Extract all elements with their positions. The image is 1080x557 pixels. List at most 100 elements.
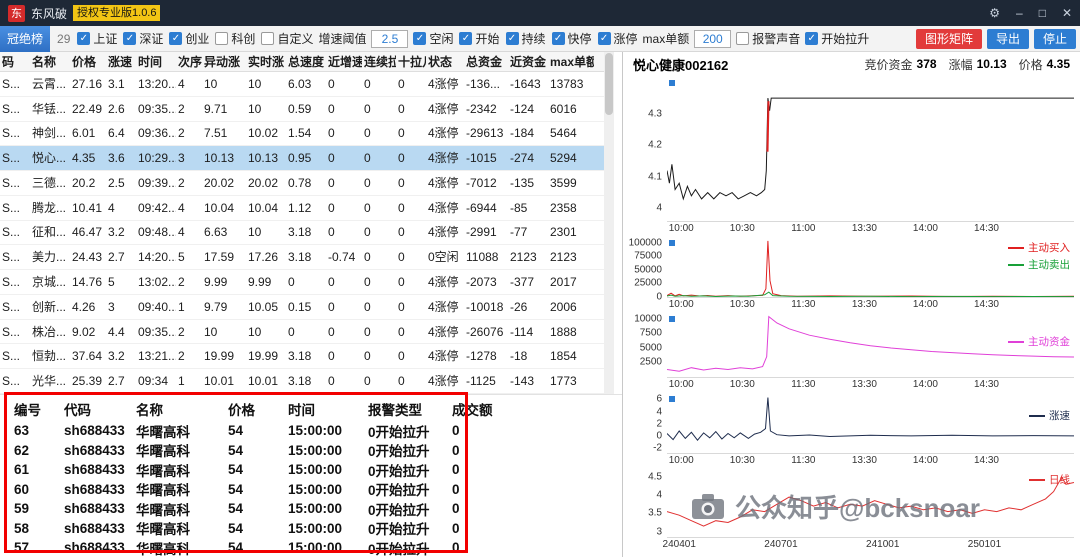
stock-row[interactable]: S... 株冶... 9.02 4.4 09:35... 2 10 10 0 0 0 0 4涨停 -260… — [0, 319, 604, 345]
column-header[interactable]: 近资金 — [508, 52, 548, 71]
stock-cell: 5 — [178, 250, 185, 265]
column-header[interactable]: 次序 — [176, 52, 202, 71]
stock-cell: 0 — [364, 374, 371, 389]
alert-cell: 0 — [452, 501, 460, 517]
x-tick-label: 11:00 — [791, 223, 816, 234]
column-header[interactable]: 名称 — [30, 52, 70, 71]
alert-row[interactable]: 63 sh688433 华曙高科 54 15:00:00 0开始拉升 0 — [14, 421, 622, 441]
stock-cell: 4涨停 — [428, 374, 459, 389]
state-filter-checkbox[interactable]: ✓ 涨停 — [597, 30, 638, 47]
stock-cell: 4涨停 — [428, 225, 459, 240]
alert-row[interactable]: 57 sh688433 华曙高科 54 15:00:00 0开始拉升 0 — [14, 538, 622, 557]
export-button[interactable]: 导出 — [986, 28, 1029, 49]
x-tick-label: 10:00 — [668, 455, 694, 466]
column-header[interactable]: 总速度 — [286, 52, 326, 71]
stock-cell: -0.74 — [328, 250, 356, 265]
stock-row[interactable]: S... 神剑... 6.01 6.4 09:36... 2 7.51 10.02 1.54 0 0… — [0, 121, 604, 147]
stock-row[interactable]: S... 美力... 24.43 2.7 14:20... 5 17.59 17.26 3.18… — [0, 245, 604, 271]
close-button[interactable]: ✕ — [1062, 6, 1072, 20]
axis-handle-icon[interactable] — [669, 396, 675, 402]
x-tick-label: 14:30 — [973, 379, 999, 390]
vertical-scrollbar[interactable] — [604, 52, 614, 394]
scrollbar-thumb[interactable] — [605, 53, 613, 115]
stock-cell: 2.5 — [108, 175, 125, 190]
alert-row[interactable]: 62 sh688433 华曙高科 54 15:00:00 0开始拉升 0 — [14, 441, 622, 461]
alert-cell: 54 — [228, 540, 244, 556]
stock-cell: 20.02 — [204, 175, 235, 190]
alarm-sound-checkbox[interactable]: 报警声音 — [736, 30, 800, 47]
stock-row[interactable]: S... 悦心... 4.35 3.6 10:29... 3 10.13 10.13 0.95 0… — [0, 146, 604, 172]
legend-label: 日线 — [1049, 474, 1070, 486]
alert-row[interactable]: 58 sh688433 华曙高科 54 15:00:00 0开始拉升 0 — [14, 519, 622, 539]
column-header[interactable]: 异动涨 — [202, 52, 246, 71]
market-filter-checkbox[interactable]: ✓ 上证 — [77, 30, 117, 47]
column-header[interactable]: 涨速 — [106, 52, 136, 71]
column-header[interactable]: 状态 — [426, 52, 464, 71]
alert-cell: 0开始拉升 — [368, 424, 430, 440]
column-header[interactable]: 总资金 — [464, 52, 508, 71]
app-logo-icon: 东 — [8, 4, 25, 22]
stock-row[interactable]: S... 京城... 14.76 5 13:02... 2 9.99 9.99 0 0 0 0 4涨停 -… — [0, 270, 604, 295]
legend-label: 主动卖出 — [1028, 259, 1070, 271]
axis-handle-icon[interactable] — [669, 240, 675, 246]
stock-cell: 0 — [398, 151, 405, 166]
column-header[interactable]: 码 — [0, 52, 30, 71]
column-header[interactable]: 十拉几 — [396, 52, 426, 71]
settings-icon[interactable]: ⚙ — [989, 6, 1000, 20]
legend-line-icon — [1029, 478, 1045, 481]
stock-row[interactable]: S... 征和... 46.47 3.2 09:48... 4 6.63 10 3.18 0 0 0 4… — [0, 220, 604, 246]
market-filter-label: 创业 — [185, 32, 210, 46]
stock-row[interactable]: S... 华铥... 22.49 2.6 09:35... 2 9.71 10 0.59 0 0 0 4… — [0, 96, 604, 122]
checkbox-icon: ✓ — [805, 32, 819, 45]
stock-row[interactable]: S... 腾龙... 10.41 4 09:42... 4 10.04 10.04 1.12 0 0… — [0, 195, 604, 221]
stock-cell: -135 — [510, 175, 535, 190]
state-filter-label: 空闲 — [429, 32, 454, 46]
alert-row[interactable]: 59 sh688433 华曙高科 54 15:00:00 0开始拉升 0 — [14, 499, 622, 519]
threshold-input[interactable] — [371, 29, 409, 48]
stock-row[interactable]: S... 光华... 25.39 2.7 09:34 1 10.01 10.01 3.18 0 0 0… — [0, 369, 604, 394]
state-filter-checkbox[interactable]: ✓ 开始 — [459, 30, 500, 47]
minimize-button[interactable]: – — [1016, 6, 1023, 20]
alert-row[interactable]: 61 sh688433 华曙高科 54 15:00:00 0开始拉升 0 — [14, 460, 622, 480]
y-axis: 6 4 2 0 -2 — [623, 392, 667, 454]
stock-cell: 09:42... — [138, 200, 176, 215]
column-header[interactable]: max单额 — [548, 52, 594, 71]
stock-cell: S... — [2, 101, 21, 116]
market-filter-group: ✓ 上证 ✓ 深证 ✓ 创业 科创 自定义 — [77, 30, 313, 47]
board-tab[interactable]: 冠绝榜 — [0, 25, 51, 52]
market-filter-checkbox[interactable]: ✓ 深证 — [123, 30, 163, 47]
stock-row[interactable]: S... 云霄... 27.16 3.1 13:20... 4 10 10 6.03 0 0 0 4涨停… — [0, 72, 604, 97]
stop-button[interactable]: 停止 — [1033, 28, 1076, 49]
y-tick-label: 4 — [656, 406, 662, 418]
state-filter-checkbox[interactable]: ✓ 空闲 — [413, 30, 453, 47]
stock-cell: 0 — [364, 126, 371, 141]
column-header[interactable]: 时间 — [136, 52, 176, 71]
stock-cell: 4涨停 — [428, 349, 459, 364]
market-filter-checkbox[interactable]: 自定义 — [261, 30, 313, 47]
start-pull-checkbox[interactable]: ✓ 开始拉升 — [805, 30, 869, 47]
column-header[interactable]: 价格 — [70, 52, 106, 71]
column-header[interactable]: 实时涨 — [246, 52, 286, 71]
market-filter-checkbox[interactable]: ✓ 创业 — [169, 30, 209, 47]
graph-matrix-button[interactable]: 图形矩阵 — [915, 28, 982, 49]
axis-handle-icon[interactable] — [669, 80, 675, 86]
max-amount-input[interactable] — [694, 29, 732, 48]
market-filter-checkbox[interactable]: 科创 — [215, 30, 255, 47]
stock-cell: 6.03 — [288, 76, 312, 91]
stock-cell: 24.43 — [72, 250, 103, 265]
state-filter-checkbox[interactable]: ✓ 持续 — [505, 30, 546, 47]
stock-row[interactable]: S... 恒勃... 37.64 3.2 13:21... 2 19.99 19.99 3.18… — [0, 344, 604, 370]
state-filter-checkbox[interactable]: ✓ 快停 — [551, 30, 592, 47]
axis-handle-icon[interactable] — [669, 316, 675, 322]
maximize-button[interactable]: □ — [1039, 6, 1046, 20]
toolbar: 冠绝榜 29 ✓上证✓深证✓创业科创自定义 增速阈值 ✓空闲✓开始✓持续✓快停✓… — [0, 25, 1080, 52]
alert-cell: 60 — [14, 481, 30, 497]
stock-cell: 0.78 — [288, 175, 312, 190]
x-tick-label: 14:00 — [912, 379, 938, 390]
stock-row[interactable]: S... 创新... 4.26 3 09:40... 1 9.79 10.05 0.15 0 0 0 4… — [0, 294, 604, 320]
stock-row[interactable]: S... 三德... 20.2 2.5 09:39... 2 20.02 20.02 0.78 0… — [0, 171, 604, 196]
column-header[interactable]: 近增速 — [326, 52, 362, 71]
column-header[interactable]: 连续拉 — [362, 52, 396, 71]
stock-cell: 创新... — [32, 299, 67, 314]
alert-row[interactable]: 60 sh688433 华曙高科 54 15:00:00 0开始拉升 0 — [14, 480, 622, 500]
